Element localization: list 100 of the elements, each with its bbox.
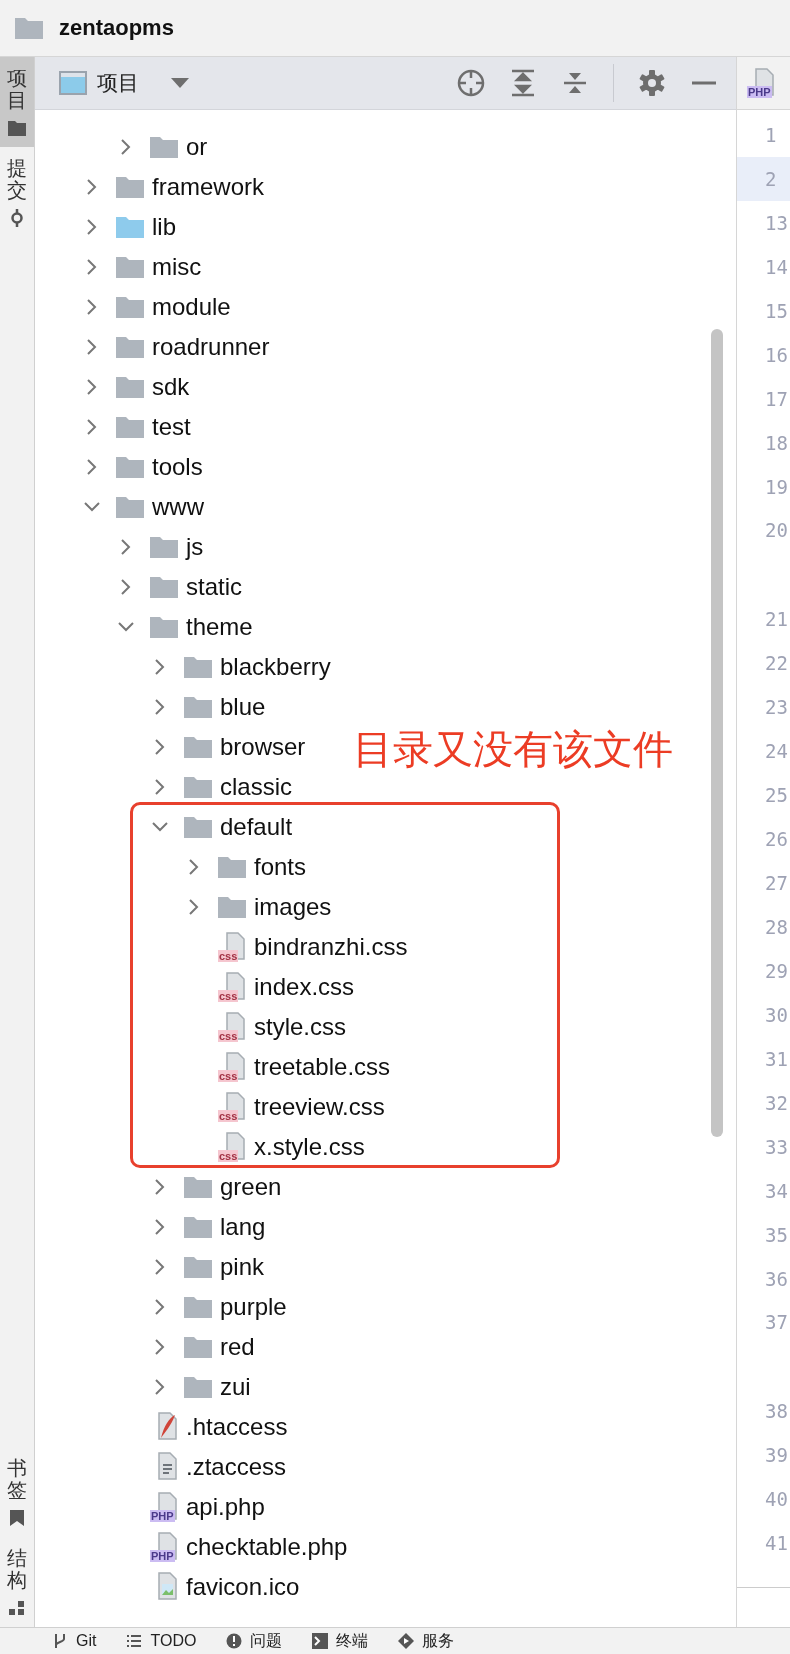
- tree-item[interactable]: classic: [220, 773, 292, 801]
- branch-icon: [52, 1633, 68, 1649]
- tool-window-button[interactable]: TODO: [126, 1632, 197, 1650]
- folder-icon: [184, 656, 212, 678]
- tree-item[interactable]: browser: [220, 733, 306, 761]
- tree-item[interactable]: images: [254, 893, 332, 921]
- line-number: 22: [765, 652, 788, 674]
- tree-item[interactable]: framework: [152, 173, 265, 201]
- folder-icon: [218, 856, 246, 878]
- tool-window-button[interactable]: Git: [52, 1632, 97, 1650]
- side-tab[interactable]: 书签: [0, 1447, 34, 1537]
- line-number: 40: [765, 1488, 788, 1510]
- folder-icon: [116, 456, 144, 478]
- line-number: 38: [765, 1400, 788, 1422]
- tree-item[interactable]: test: [152, 413, 191, 441]
- folder-icon: [150, 616, 178, 638]
- locate-icon[interactable]: [457, 69, 485, 97]
- tree-item[interactable]: sdk: [152, 373, 190, 401]
- line-number: 33: [765, 1136, 788, 1158]
- folder-icon: [116, 296, 144, 318]
- folder-icon: [184, 1256, 212, 1278]
- line-number: 24: [765, 740, 788, 762]
- tree-item[interactable]: lang: [220, 1213, 266, 1241]
- view-selector[interactable]: 项目: [59, 69, 189, 97]
- caret-icon: [171, 78, 189, 88]
- tree-item[interactable]: treetable.css: [254, 1053, 391, 1081]
- folder-icon: [184, 1176, 212, 1198]
- tree-item[interactable]: .htaccess: [186, 1413, 288, 1441]
- tree-item[interactable]: or: [186, 133, 208, 161]
- bookmark-icon: [7, 1509, 27, 1527]
- window-icon: [59, 71, 87, 95]
- folder-icon: [150, 576, 178, 598]
- tree-item[interactable]: js: [186, 533, 204, 561]
- tool-window-button[interactable]: 问题: [226, 1630, 283, 1652]
- tree-item[interactable]: module: [152, 293, 231, 321]
- line-number: 18: [765, 432, 788, 454]
- folder-icon: [184, 1336, 212, 1358]
- tree-item[interactable]: checktable.php: [186, 1533, 348, 1561]
- tree-item[interactable]: pink: [220, 1253, 265, 1281]
- list-icon: [126, 1633, 143, 1649]
- line-number: 31: [765, 1048, 788, 1070]
- tool-window-button[interactable]: 终端: [312, 1630, 369, 1652]
- folder-icon: [7, 119, 27, 137]
- folder-icon: [116, 256, 144, 278]
- tree-item[interactable]: .ztaccess: [186, 1453, 287, 1481]
- tree-item[interactable]: x.style.css: [254, 1133, 365, 1161]
- warning-icon: [226, 1633, 243, 1649]
- tree-item[interactable]: fonts: [254, 853, 307, 881]
- tree-item[interactable]: index.css: [254, 973, 355, 1001]
- line-number: 39: [765, 1444, 788, 1466]
- tree-item[interactable]: theme: [186, 613, 253, 641]
- side-tab[interactable]: 提交: [0, 147, 34, 237]
- line-number: 36: [765, 1268, 788, 1290]
- tree-item[interactable]: static: [186, 573, 242, 601]
- line-number: 41: [765, 1532, 788, 1554]
- line-number: 17: [765, 388, 788, 410]
- side-tab[interactable]: 结构: [0, 1537, 34, 1627]
- line-number: 23: [765, 696, 788, 718]
- scrollbar-thumb[interactable]: [711, 329, 723, 1137]
- tree-item[interactable]: lib: [152, 213, 176, 241]
- tree-item[interactable]: blackberry: [220, 653, 331, 681]
- tree-item[interactable]: zui: [220, 1373, 251, 1401]
- tree-item[interactable]: api.php: [186, 1493, 265, 1521]
- line-number: 15: [765, 300, 788, 322]
- tree-item[interactable]: misc: [152, 253, 202, 281]
- tree-item[interactable]: red: [220, 1333, 255, 1361]
- tree-item[interactable]: green: [220, 1173, 282, 1201]
- line-number: 27: [765, 872, 788, 894]
- line-number: 37: [765, 1311, 788, 1333]
- tree-item[interactable]: default: [220, 813, 293, 841]
- folder-icon: [150, 536, 178, 558]
- folder-icon: [184, 776, 212, 798]
- line-number: 26: [765, 828, 788, 850]
- line-number: 13: [765, 212, 788, 234]
- folder-icon: [116, 336, 144, 358]
- folder-icon: [184, 1216, 212, 1238]
- side-tab[interactable]: 项目: [0, 57, 34, 147]
- tree-item[interactable]: tools: [152, 453, 203, 481]
- tree-item[interactable]: style.css: [254, 1013, 346, 1041]
- play-icon: [398, 1633, 415, 1649]
- line-number: 19: [765, 476, 788, 498]
- line-number: 30: [765, 1004, 788, 1026]
- tree-item[interactable]: blue: [220, 693, 266, 721]
- line-number: 34: [765, 1180, 788, 1202]
- tree-item[interactable]: purple: [220, 1293, 287, 1321]
- tree-item[interactable]: treeview.css: [254, 1093, 385, 1121]
- tree-item[interactable]: www: [152, 493, 204, 521]
- line-number: 35: [765, 1224, 788, 1246]
- expand-all-icon[interactable]: [509, 69, 537, 97]
- tool-window-button[interactable]: 服务: [398, 1630, 455, 1652]
- line-number: 25: [765, 784, 788, 806]
- tree-item[interactable]: bindranzhi.css: [254, 933, 408, 961]
- library-folder-icon: [116, 216, 144, 238]
- tree-item[interactable]: roadrunner: [152, 333, 270, 361]
- settings-icon[interactable]: [638, 69, 666, 97]
- folder-icon: [150, 136, 178, 158]
- tree-item[interactable]: favicon.ico: [186, 1573, 300, 1601]
- line-number: 2: [765, 168, 777, 190]
- folder-icon: [218, 896, 246, 918]
- folder-icon: [184, 816, 212, 838]
